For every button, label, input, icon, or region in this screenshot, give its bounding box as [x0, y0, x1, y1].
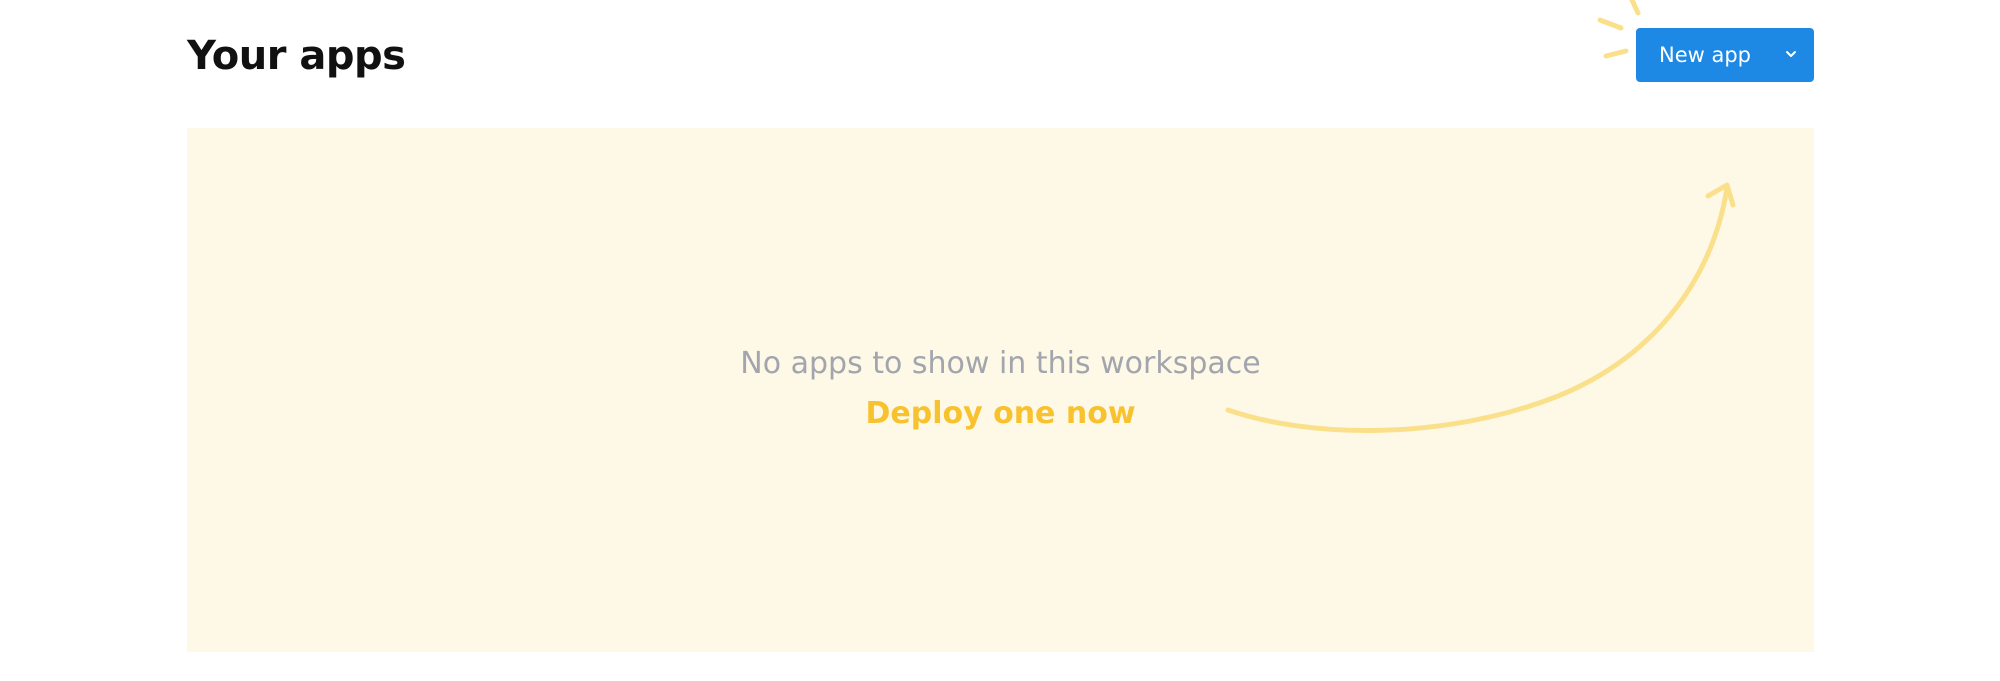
empty-state-panel: No apps to show in this workspace Deploy…	[187, 128, 1814, 652]
empty-state-message: No apps to show in this workspace	[740, 346, 1261, 381]
spark-lines-icon	[1597, 0, 1641, 59]
new-app-label: New app	[1659, 43, 1752, 67]
chevron-down-icon[interactable]	[1784, 47, 1798, 61]
page-title: Your apps	[187, 33, 406, 79]
deploy-link[interactable]: Deploy one now	[187, 394, 1814, 434]
apps-page: Your apps New app No apps to show in thi…	[0, 0, 2000, 681]
new-app-button[interactable]: New app	[1636, 28, 1814, 82]
